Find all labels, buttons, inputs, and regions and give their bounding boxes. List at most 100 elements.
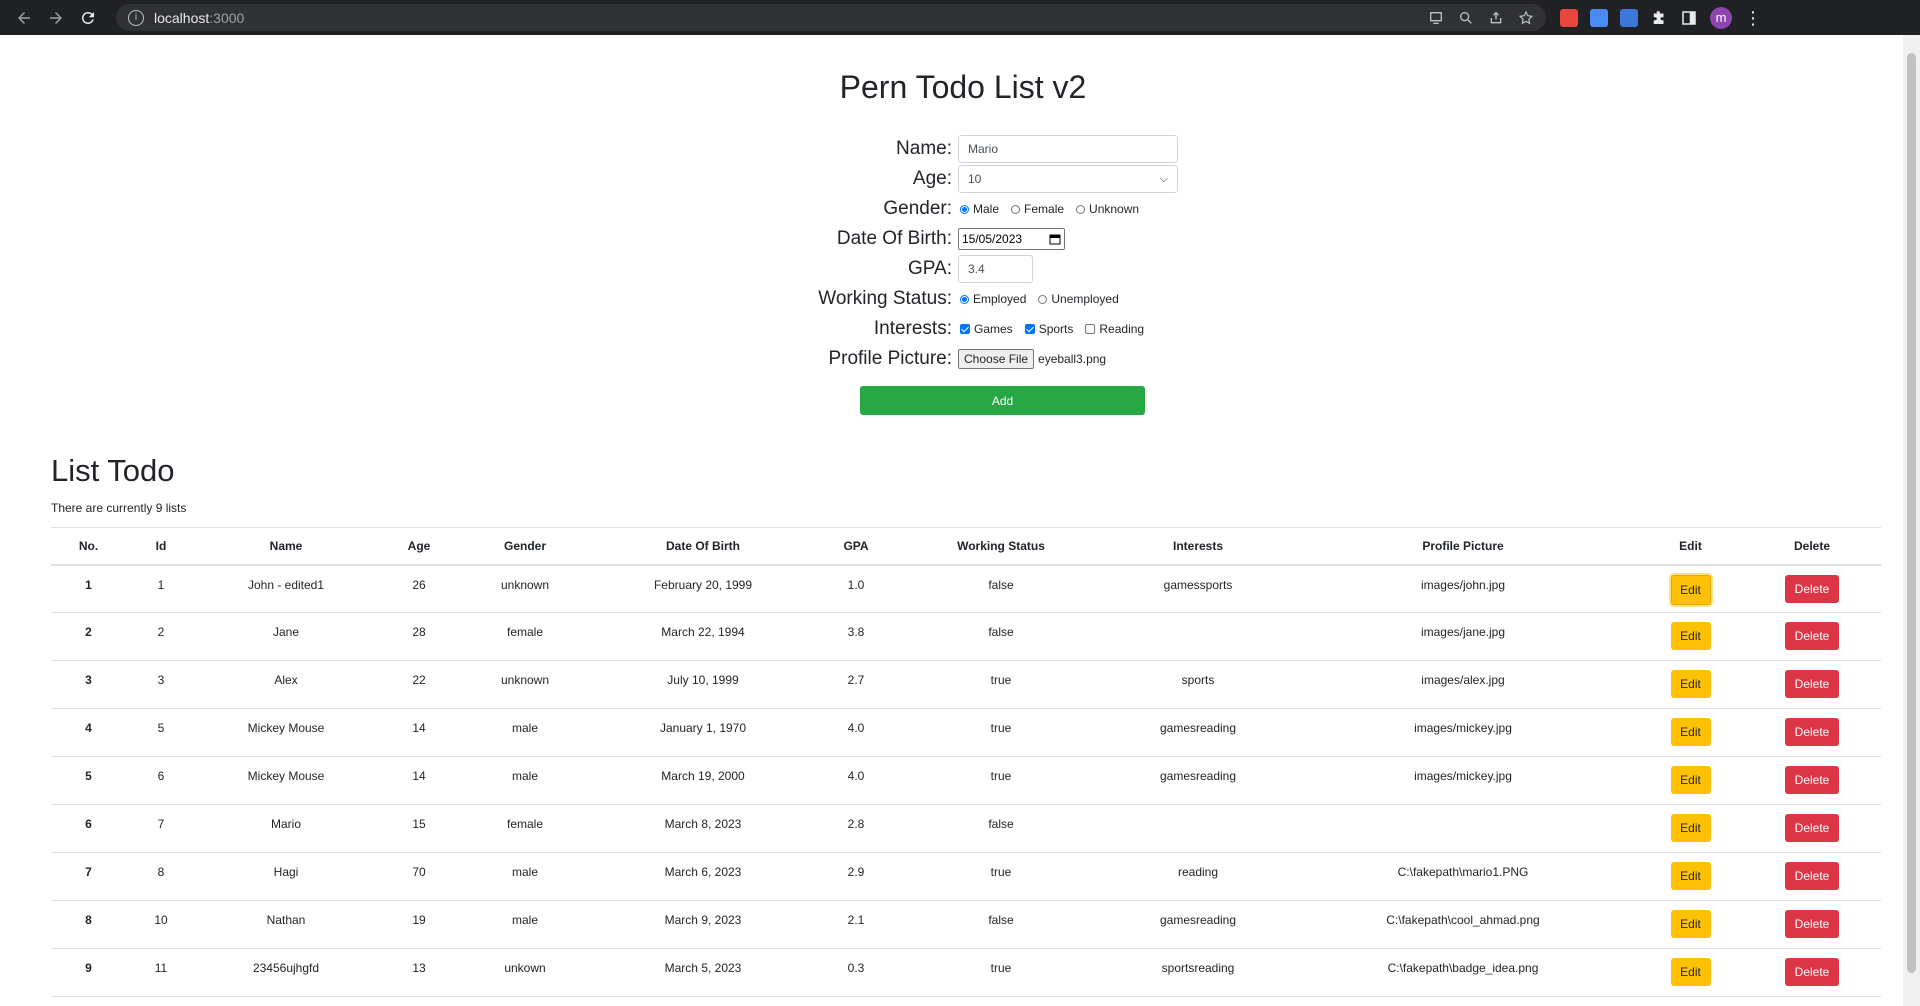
working-employed-option[interactable]: Employed: [958, 292, 1026, 306]
forward-icon[interactable]: [42, 4, 70, 32]
header-no: No.: [51, 527, 126, 566]
gender-male-option[interactable]: Male: [958, 202, 999, 216]
delete-button[interactable]: Delete: [1785, 574, 1839, 603]
cell-picture: images/mickey.jpg: [1288, 756, 1638, 805]
site-info-icon[interactable]: i: [128, 9, 144, 26]
cell-no: 3: [51, 660, 126, 709]
table-row: 3 3 Alex 22 unknown July 10, 1999 2.7 true sport…: [51, 660, 1881, 709]
page-title: Pern Todo List v2: [839, 69, 1087, 105]
gender-male-radio[interactable]: [960, 204, 969, 214]
edit-button[interactable]: Edit: [1670, 718, 1711, 746]
install-icon[interactable]: [1428, 10, 1444, 26]
cell-edit: Edit: [1638, 948, 1743, 997]
cell-edit: Edit: [1638, 900, 1743, 949]
cell-name: Nathan: [196, 900, 376, 949]
cell-gpa: 4.0: [818, 708, 894, 757]
bookmark-star-icon[interactable]: [1518, 10, 1534, 26]
gender-female-option[interactable]: Female: [1009, 202, 1064, 216]
profile-avatar[interactable]: m: [1710, 6, 1732, 29]
extension-screen-icon[interactable]: [1590, 8, 1608, 27]
cell-id: 1: [126, 564, 196, 613]
gender-label: Gender:: [883, 198, 952, 219]
header-profile-picture: Profile Picture: [1288, 527, 1638, 566]
edit-button[interactable]: Edit: [1670, 766, 1711, 794]
cell-delete: Delete: [1743, 900, 1881, 949]
add-button[interactable]: Add: [860, 386, 1145, 415]
table-row: 7 8 Hagi 70 male March 6, 2023 2.9 true reading C…: [51, 852, 1881, 901]
edit-button[interactable]: Edit: [1670, 670, 1711, 698]
dob-input[interactable]: 15/05/2023: [958, 228, 1065, 250]
interest-reading-option[interactable]: Reading: [1083, 322, 1144, 336]
delete-button[interactable]: Delete: [1785, 670, 1839, 698]
zoom-icon[interactable]: [1458, 10, 1474, 26]
header-dob: Date Of Birth: [588, 527, 818, 566]
table-row: 8 10 Nathan 19 male March 9, 2023 2.1 false game…: [51, 900, 1881, 949]
cell-gpa: 2.8: [818, 804, 894, 853]
edit-button[interactable]: Edit: [1670, 622, 1711, 650]
header-delete: Delete: [1743, 527, 1881, 566]
interest-sports-option[interactable]: Sports: [1023, 322, 1074, 336]
gender-female-radio[interactable]: [1011, 204, 1021, 214]
delete-button[interactable]: Delete: [1785, 958, 1839, 986]
cell-name: Mickey Mouse: [196, 756, 376, 805]
cell-id: 7: [126, 804, 196, 853]
todo-table: No. Id Name Age Gender Date Of Birth GPA Workin…: [51, 527, 1881, 997]
edit-button[interactable]: Edit: [1670, 910, 1711, 938]
delete-button[interactable]: Delete: [1785, 814, 1839, 842]
cell-no: 8: [51, 900, 126, 949]
cell-delete: Delete: [1743, 708, 1881, 757]
extensions-puzzle-icon[interactable]: [1650, 9, 1668, 27]
extension-red-icon[interactable]: [1560, 8, 1578, 27]
address-bar[interactable]: i localhost:3000: [116, 4, 1546, 31]
cell-interests: [1108, 612, 1288, 661]
edit-button[interactable]: Edit: [1670, 814, 1711, 842]
interest-games-text: Games: [974, 322, 1013, 336]
extension-translate-icon[interactable]: [1620, 8, 1638, 27]
interest-sports-checkbox[interactable]: [1024, 324, 1035, 334]
cell-name: Hagi: [196, 852, 376, 901]
interest-sports-text: Sports: [1038, 322, 1074, 336]
cell-working: true: [894, 756, 1108, 805]
cell-picture: images/jane.jpg: [1288, 612, 1638, 661]
reload-icon[interactable]: [74, 4, 102, 32]
cell-name: 23456ujhgfd: [196, 948, 376, 997]
delete-button[interactable]: Delete: [1785, 910, 1839, 938]
interest-reading-checkbox[interactable]: [1085, 324, 1096, 334]
table-row: 9 11 23456ujhgfd 13 unkown March 5, 2023 0.3 tr…: [51, 948, 1881, 997]
delete-button[interactable]: Delete: [1785, 766, 1839, 794]
cell-no: 2: [51, 612, 126, 661]
header-edit: Edit: [1638, 527, 1743, 566]
delete-button[interactable]: Delete: [1785, 862, 1839, 890]
share-icon[interactable]: [1488, 10, 1504, 26]
choose-file-button[interactable]: Choose File: [958, 349, 1035, 369]
interest-games-option[interactable]: Games: [958, 322, 1013, 336]
cell-picture: C:\fakepath\cool_ahmad.png: [1288, 900, 1638, 949]
gpa-input[interactable]: 3.4: [958, 255, 1033, 283]
working-employed-radio[interactable]: [960, 294, 969, 304]
header-gpa: GPA: [818, 527, 894, 566]
gender-unknown-radio[interactable]: [1076, 204, 1086, 214]
interest-games-checkbox[interactable]: [960, 324, 970, 334]
scrollbar-thumb[interactable]: [1907, 53, 1916, 973]
table-row: 1 1 John - edited1 26 unknown February 20, 19…: [51, 564, 1881, 613]
edit-button[interactable]: Edit: [1670, 574, 1711, 605]
cell-id: 2: [126, 612, 196, 661]
edit-button[interactable]: Edit: [1670, 958, 1711, 986]
cell-dob: March 5, 2023: [588, 948, 818, 997]
back-icon[interactable]: [10, 4, 38, 32]
age-select[interactable]: 10 ⌵: [958, 165, 1178, 193]
cell-gpa: 1.0: [818, 564, 894, 613]
working-unemployed-option[interactable]: Unemployed: [1036, 292, 1119, 306]
menu-kebab-icon[interactable]: ⋮: [1744, 9, 1762, 27]
delete-button[interactable]: Delete: [1785, 622, 1839, 650]
delete-button[interactable]: Delete: [1785, 718, 1839, 746]
edit-button[interactable]: Edit: [1670, 862, 1711, 890]
side-panel-icon[interactable]: [1680, 9, 1698, 27]
name-input[interactable]: Mario: [958, 135, 1178, 163]
gender-unknown-option[interactable]: Unknown: [1074, 202, 1139, 216]
calendar-icon[interactable]: [1049, 233, 1061, 245]
table-row: 2 2 Jane 28 female March 22, 1994 3.8 false imag…: [51, 612, 1881, 661]
url-port: :3000: [209, 9, 245, 26]
working-unemployed-radio[interactable]: [1038, 294, 1048, 304]
vertical-scrollbar[interactable]: [1903, 35, 1920, 1006]
